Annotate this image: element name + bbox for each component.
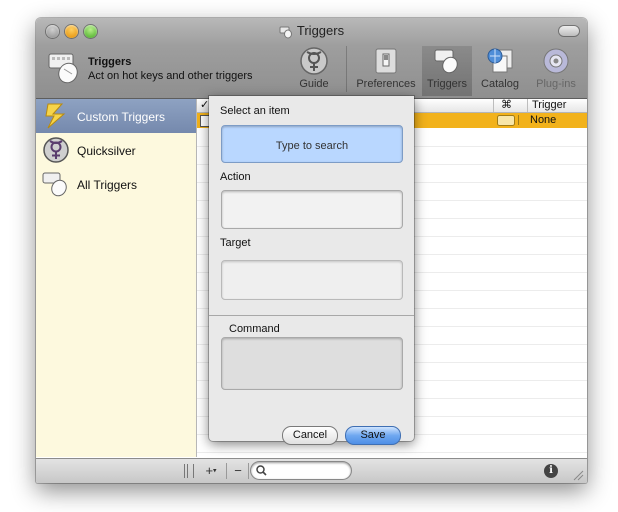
command-column-header[interactable]: ⌘ [501, 99, 512, 112]
sidebar: Custom Triggers Quicksilver All Triggers [36, 99, 197, 457]
globe-documents-icon [487, 48, 513, 73]
guide-button[interactable]: Guide [294, 46, 334, 96]
sidebar-resize-handle[interactable] [184, 464, 194, 478]
catalog-button[interactable]: Catalog [478, 46, 522, 96]
gear-icon [543, 48, 569, 74]
trigger-title-icon [279, 26, 292, 39]
divider [226, 463, 227, 479]
search-icon [256, 465, 267, 476]
window-title: Triggers [36, 23, 587, 39]
item-search-field[interactable]: Type to search [221, 125, 403, 163]
app-description: Act on hot keys and other triggers [88, 70, 253, 82]
enabled-column-header[interactable]: ✓ [200, 99, 209, 112]
keyboard-icon [497, 115, 515, 126]
trigger-value: None [530, 114, 557, 126]
select-item-label: Select an item [220, 105, 290, 117]
cell-divider [518, 115, 519, 125]
preferences-button[interactable]: Preferences [354, 46, 418, 96]
sidebar-item-label: Quicksilver [77, 144, 136, 158]
sidebar-item-quicksilver[interactable]: Quicksilver [36, 133, 196, 167]
trigger-keyboard-mouse-icon [42, 172, 67, 197]
add-label: + [205, 463, 214, 478]
command-label: Command [229, 323, 280, 335]
switch-icon [375, 48, 397, 74]
triggers-window: Triggers Triggers Act on hot keys and ot… [36, 18, 587, 483]
sidebar-resize-handle-grip [187, 464, 188, 478]
sidebar-item-custom-triggers[interactable]: Custom Triggers [36, 99, 196, 133]
chevron-down-icon: ▾ [213, 467, 217, 475]
item-search-placeholder: Type to search [275, 140, 349, 152]
filter-search-field[interactable] [251, 462, 351, 479]
column-divider [493, 99, 494, 112]
toolbar-area: Triggers Triggers Act on hot keys and ot… [36, 18, 587, 99]
bottom-bar: +▾ − i [36, 458, 587, 483]
quicksilver-logo-icon [300, 47, 328, 75]
toolbar-separator [346, 46, 347, 92]
catalog-label: Catalog [481, 78, 519, 90]
target-label: Target [220, 237, 251, 249]
window-title-text: Triggers [296, 23, 345, 38]
quicksilver-logo-icon [43, 137, 69, 163]
trigger-column-header[interactable]: Trigger [532, 99, 566, 112]
app-name: Triggers [88, 56, 132, 68]
plugins-label: Plug-ins [536, 78, 576, 90]
column-divider [527, 99, 528, 112]
lightning-icon [45, 103, 66, 129]
divider [248, 463, 249, 479]
trigger-keyboard-mouse-icon [48, 53, 78, 84]
action-field[interactable] [221, 190, 403, 229]
target-field[interactable] [221, 260, 403, 300]
sidebar-item-label: Custom Triggers [77, 110, 166, 124]
guide-label: Guide [299, 78, 329, 90]
action-label: Action [220, 171, 251, 183]
triggers-label: Triggers [427, 78, 467, 90]
remove-trigger-button[interactable]: − [230, 463, 246, 479]
cancel-button[interactable]: Cancel [282, 426, 338, 445]
preferences-label: Preferences [356, 78, 416, 90]
plugins-button[interactable]: Plug-ins [530, 46, 582, 96]
info-button[interactable]: i [544, 464, 558, 478]
triggers-button[interactable]: Triggers [422, 46, 472, 96]
sidebar-item-label: All Triggers [77, 178, 138, 192]
add-trigger-button[interactable]: +▾ [200, 463, 222, 479]
trigger-keyboard-mouse-icon [434, 49, 458, 74]
resize-grip-icon[interactable] [572, 469, 584, 481]
save-button[interactable]: Save [345, 426, 401, 445]
panel-divider [209, 315, 414, 316]
trigger-editor-drawer: Select an item Type to search Action Tar… [209, 96, 414, 445]
sidebar-item-all-triggers[interactable]: All Triggers [36, 167, 196, 201]
command-field [221, 337, 403, 390]
